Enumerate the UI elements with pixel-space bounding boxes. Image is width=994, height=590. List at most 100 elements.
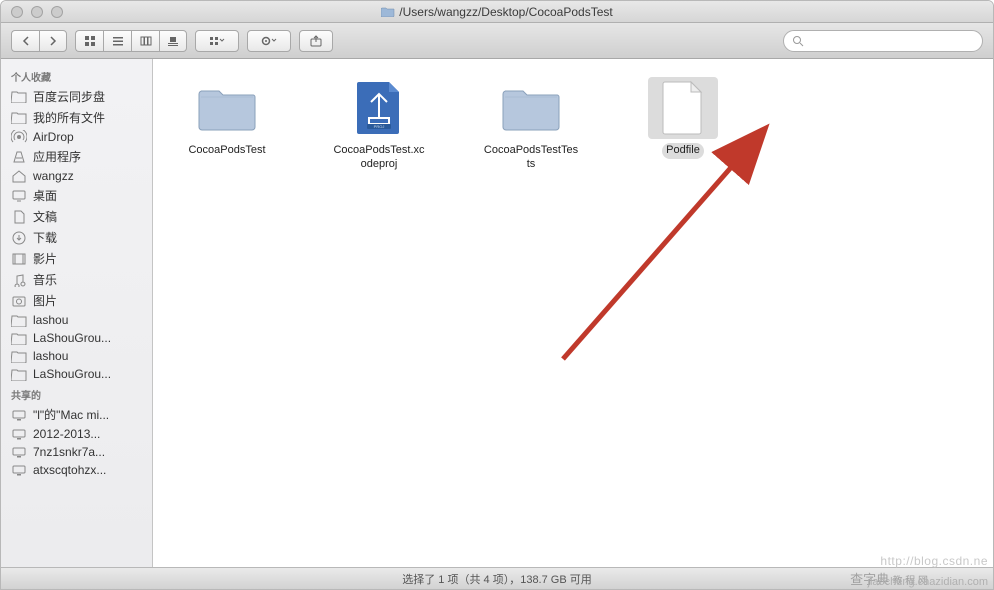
window-controls	[1, 6, 63, 18]
search-input[interactable]	[808, 35, 974, 47]
search-field[interactable]	[783, 30, 983, 52]
sidebar-item-label: 图片	[33, 292, 57, 309]
file-item[interactable]: CocoaPodsTest	[175, 77, 279, 159]
folder-icon	[11, 367, 27, 381]
sidebar-item[interactable]: LaShouGrou...	[1, 329, 152, 347]
svg-text:PROJ: PROJ	[374, 124, 385, 129]
file-label: CocoaPodsTestTests	[479, 143, 583, 173]
airdrop-icon	[11, 130, 27, 144]
sidebar-item[interactable]: 百度云同步盘	[1, 86, 152, 107]
pictures-icon	[11, 294, 27, 308]
close-button[interactable]	[11, 6, 23, 18]
computer-icon	[11, 408, 27, 422]
status-text: 选择了 1 项（共 4 项），138.7 GB 可用	[402, 571, 592, 587]
coverflow-view-button[interactable]	[159, 30, 187, 52]
sidebar-item-label: LaShouGrou...	[33, 331, 111, 345]
file-label: CocoaPodsTest	[184, 143, 269, 159]
sidebar-item[interactable]: 图片	[1, 290, 152, 311]
sidebar-item-label: 我的所有文件	[33, 109, 105, 126]
sidebar-item-label: 百度云同步盘	[33, 88, 105, 105]
sidebar-item-label: lashou	[33, 349, 68, 363]
file-item[interactable]: PROJ CocoaPodsTest.xcodeproj	[327, 77, 431, 173]
watermark-url: http://blog.csdn.ne	[880, 554, 988, 568]
arrange-button[interactable]	[195, 30, 239, 52]
sidebar-item-label: lashou	[33, 313, 68, 327]
sidebar-item[interactable]: 我的所有文件	[1, 107, 152, 128]
sidebar-item[interactable]: 2012-2013...	[1, 425, 152, 443]
folder-icon	[11, 331, 27, 345]
column-view-button[interactable]	[131, 30, 159, 52]
sidebar-item[interactable]: 应用程序	[1, 146, 152, 167]
sidebar-item-label: 7nz1snkr7a...	[33, 445, 105, 459]
music-icon	[11, 273, 27, 287]
file-label: CocoaPodsTest.xcodeproj	[327, 143, 431, 173]
folder-icon	[499, 80, 563, 136]
sidebar-item-label: 桌面	[33, 187, 57, 204]
zoom-button[interactable]	[51, 6, 63, 18]
xcodeproj-icon: PROJ	[347, 80, 411, 136]
sidebar-item-label: LaShouGrou...	[33, 367, 111, 381]
folder-icon	[11, 90, 27, 104]
sidebar-item[interactable]: AirDrop	[1, 128, 152, 146]
folder-icon	[11, 349, 27, 363]
computer-icon	[11, 445, 27, 459]
desktop-icon	[11, 189, 27, 203]
file-item[interactable]: Podfile	[631, 77, 735, 159]
computer-icon	[11, 427, 27, 441]
sidebar-item-label: "l"的"Mac mi...	[33, 406, 109, 423]
toolbar	[1, 23, 993, 59]
folder-icon	[381, 6, 395, 17]
movies-icon	[11, 252, 27, 266]
search-icon	[792, 35, 804, 47]
sidebar-item-label: wangzz	[33, 169, 74, 183]
sidebar-item-label: 影片	[33, 250, 57, 267]
sidebar-item[interactable]: 下载	[1, 227, 152, 248]
sidebar-item-label: 音乐	[33, 271, 57, 288]
watermark-domain: jiaocheng.chazidian.com	[868, 576, 988, 588]
sidebar-item[interactable]: atxscqtohzx...	[1, 461, 152, 479]
sidebar: 个人收藏百度云同步盘我的所有文件 AirDrop 应用程序 wangzz 桌面文稿下载影…	[1, 59, 153, 567]
sidebar-item-label: 文稿	[33, 208, 57, 225]
sidebar-item[interactable]: lashou	[1, 311, 152, 329]
sidebar-item[interactable]: 音乐	[1, 269, 152, 290]
sidebar-item[interactable]: LaShouGrou...	[1, 365, 152, 383]
file-item[interactable]: CocoaPodsTestTests	[479, 77, 583, 173]
back-button[interactable]	[11, 30, 39, 52]
sidebar-item[interactable]: "l"的"Mac mi...	[1, 404, 152, 425]
sidebar-item[interactable]: lashou	[1, 347, 152, 365]
share-button[interactable]	[299, 30, 333, 52]
apps-icon	[11, 150, 27, 164]
file-label: Podfile	[662, 143, 704, 159]
file-icon	[651, 80, 715, 136]
content-area[interactable]: CocoaPodsTest PROJ CocoaPodsTest.xcodeproj…	[153, 59, 993, 567]
minimize-button[interactable]	[31, 6, 43, 18]
view-mode-buttons	[75, 30, 187, 52]
sidebar-item-label: 2012-2013...	[33, 427, 100, 441]
icon-grid: CocoaPodsTest PROJ CocoaPodsTest.xcodeproj…	[153, 59, 993, 191]
forward-button[interactable]	[39, 30, 67, 52]
sidebar-item[interactable]: wangzz	[1, 167, 152, 185]
sidebar-section-header: 共享的	[1, 383, 152, 404]
title-path-text: /Users/wangzz/Desktop/CocoaPodsTest	[399, 5, 612, 19]
sidebar-item[interactable]: 影片	[1, 248, 152, 269]
nav-buttons	[11, 30, 67, 52]
sidebar-item-label: AirDrop	[33, 130, 74, 144]
statusbar: 选择了 1 项（共 4 项），138.7 GB 可用	[1, 567, 993, 589]
sidebar-section-header: 个人收藏	[1, 65, 152, 86]
titlebar: /Users/wangzz/Desktop/CocoaPodsTest	[1, 1, 993, 23]
computer-icon	[11, 463, 27, 477]
folder-icon	[11, 313, 27, 327]
icon-view-button[interactable]	[75, 30, 103, 52]
sidebar-item[interactable]: 桌面	[1, 185, 152, 206]
downloads-icon	[11, 231, 27, 245]
home-icon	[11, 169, 27, 183]
action-button[interactable]	[247, 30, 291, 52]
sidebar-item[interactable]: 7nz1snkr7a...	[1, 443, 152, 461]
sidebar-item-label: 应用程序	[33, 148, 81, 165]
sidebar-item[interactable]: 文稿	[1, 206, 152, 227]
window-title: /Users/wangzz/Desktop/CocoaPodsTest	[1, 5, 993, 19]
sidebar-item-label: atxscqtohzx...	[33, 463, 106, 477]
list-view-button[interactable]	[103, 30, 131, 52]
finder-window: /Users/wangzz/Desktop/CocoaPodsTest 个人收藏…	[0, 0, 994, 590]
documents-icon	[11, 210, 27, 224]
